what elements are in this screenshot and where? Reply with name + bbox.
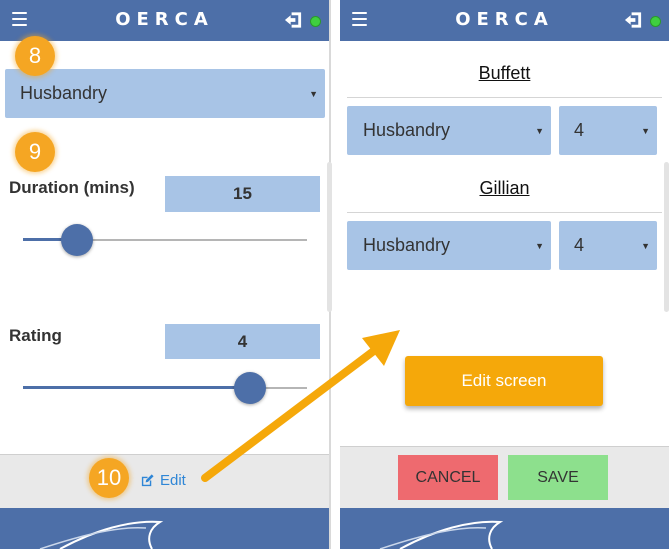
dropdown-caret-icon: ▼ [535,125,544,136]
activity-select-value: Husbandry [20,83,108,103]
buffett-activity-select[interactable]: Husbandry ▼ [347,106,551,155]
dropdown-caret-icon: ▼ [535,240,544,251]
app-logo: OERCA [115,9,214,30]
buffett-activity-value: Husbandry [363,120,451,140]
dropdown-caret-icon: ▼ [309,88,318,99]
edit-link-label: Edit [160,472,186,489]
duration-label: Duration (mins) [9,178,135,197]
app-header: OERCA [0,0,329,41]
dropdown-caret-icon: ▼ [641,240,650,251]
right-footer-bar: CANCEL SAVE [340,446,669,508]
left-scroll-handle [327,162,332,312]
duration-value-box[interactable]: 15 [165,176,320,212]
gillian-activity-select[interactable]: Husbandry ▼ [347,221,551,270]
step-callout-8: 8 [15,36,55,76]
app-header: OERCA [340,0,669,41]
divider [347,97,662,98]
left-phone-screen: OERCA Husbandry ▼ Duration (mins) 15 Rat… [0,0,329,549]
cancel-button[interactable]: CANCEL [398,455,498,500]
sign-out-icon[interactable] [624,11,643,29]
animal-name-gillian: Gillian [479,178,530,198]
activity-select[interactable]: Husbandry ▼ [5,69,325,118]
edit-screen-button[interactable]: Edit screen [405,356,603,406]
gillian-rating-value: 4 [574,235,585,255]
sign-out-icon[interactable] [284,11,303,29]
duration-slider-thumb[interactable] [60,224,93,256]
left-footer-bar: Edit [0,454,329,508]
online-status-dot [650,16,661,27]
buffett-rating-value: 4 [574,120,585,140]
rating-label: Rating [9,326,62,345]
wave-logo-graphic [379,520,504,549]
right-scroll-handle [664,162,669,312]
edit-pencil-square-icon [141,474,154,487]
step-callout-10: 10 [89,458,129,498]
app-logo: OERCA [455,9,554,30]
online-status-dot [310,16,321,27]
right-bottom-band [340,508,669,549]
animal-name-buffett: Buffett [478,63,531,83]
rating-slider-thumb[interactable] [234,372,267,404]
rating-value-box[interactable]: 4 [165,324,320,359]
step-callout-9: 9 [15,132,55,172]
dropdown-caret-icon: ▼ [641,125,650,136]
wave-logo-graphic [39,520,164,549]
divider [347,212,662,213]
right-phone-screen: OERCA Buffett Husbandry ▼ 4 ▼ Gillian Hu… [340,0,669,549]
gillian-rating-select[interactable]: 4 ▼ [559,221,657,270]
save-button[interactable]: SAVE [508,455,608,500]
edit-link[interactable]: Edit [140,472,186,489]
buffett-rating-select[interactable]: 4 ▼ [559,106,657,155]
gillian-activity-value: Husbandry [363,235,451,255]
left-bottom-band [0,508,329,549]
rating-slider-fill [23,386,251,389]
